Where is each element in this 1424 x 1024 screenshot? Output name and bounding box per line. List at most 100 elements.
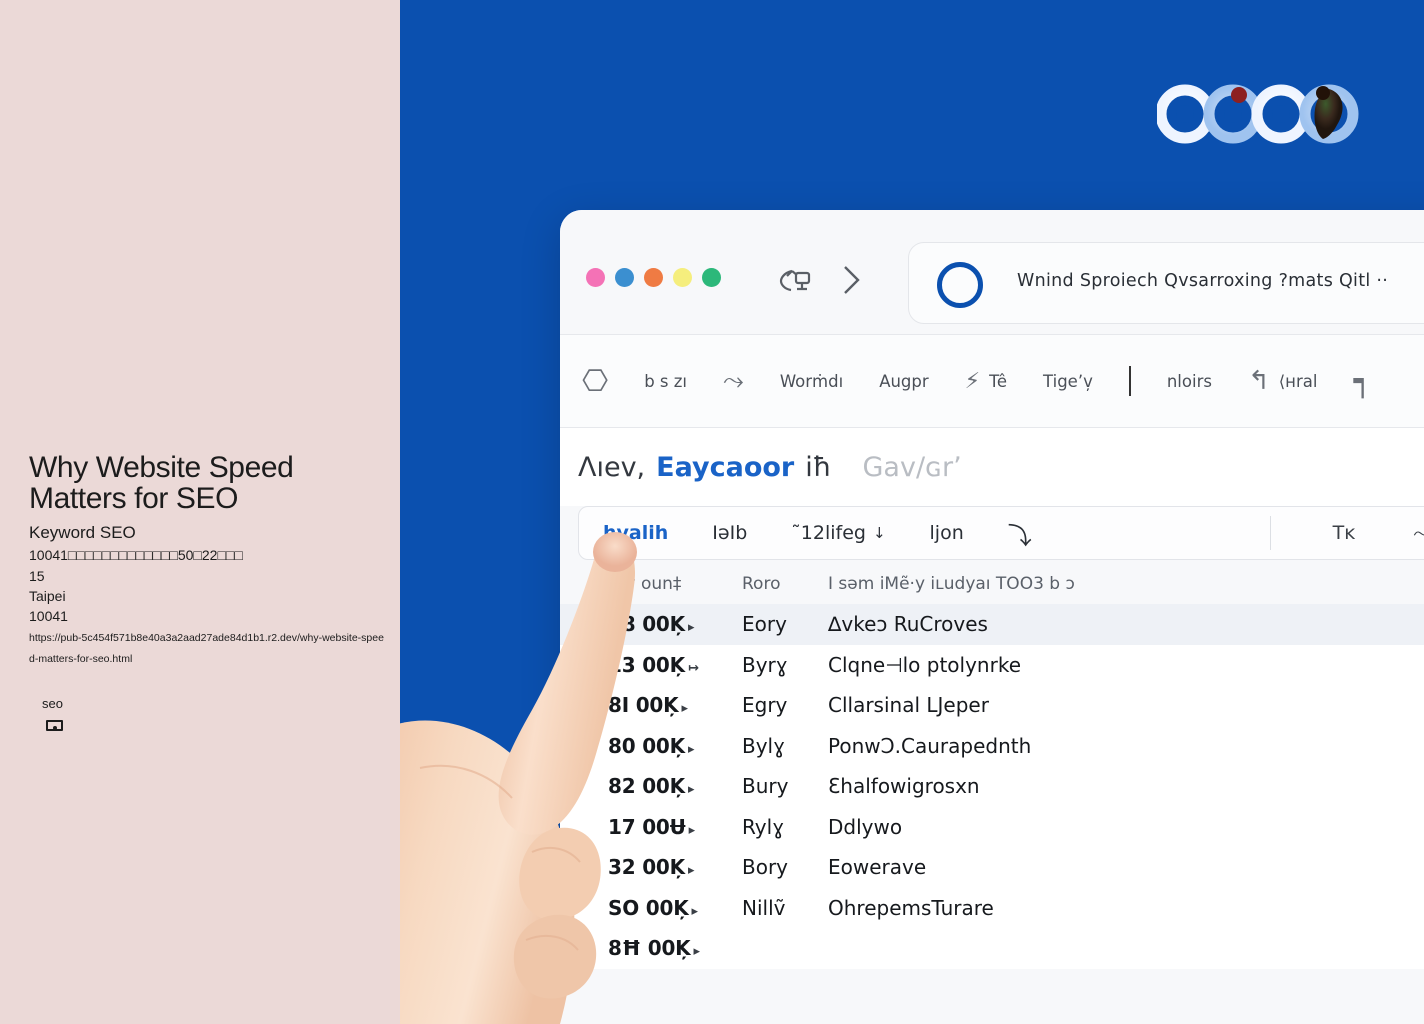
toolbar-item-te[interactable]: ⚡ Tê — [965, 369, 1007, 394]
branch-icon: ⤳ — [723, 365, 744, 396]
row-caret-icon: ▸ — [691, 903, 699, 919]
toolbar-item-home[interactable]: ⎔ — [582, 364, 608, 399]
dot-blue[interactable] — [615, 268, 634, 287]
toolbar-divider — [1128, 366, 1131, 396]
cell-volume: 68 00Ķ ▸ — [608, 612, 695, 637]
toolbar-item-tigev[interactable]: Tigeʼv̦ — [1043, 372, 1093, 391]
filter-divider — [1269, 516, 1271, 550]
keyword-label: Keyword SEO — [29, 523, 136, 542]
address-bar-text[interactable]: Wnind Sproiech Qvsarroxing ?mats Qitl ·· — [1017, 271, 1388, 291]
toolbar-item-label: Augpr — [879, 371, 929, 391]
page-heading: Ʌıev, Eaycaoor iħ Gav/ɢrʼ — [560, 428, 1424, 506]
table-body: 68 00Ķ ▸ Eory ∆vkeɔ RuCroves 13 00Ķ ↦ Byrɣ… — [560, 604, 1424, 969]
cell-kd: Byrɣ — [742, 652, 788, 677]
toolbar-item-nloirs[interactable]: nloirs — [1167, 372, 1212, 391]
column-header-kd[interactable]: Roro — [742, 574, 802, 594]
meta-address: 10041□□□□□□□□□□□□□50□22□□□ — [29, 547, 243, 563]
dot-orange[interactable] — [644, 268, 663, 287]
filter-action-tk[interactable]: Tĸ — [1315, 522, 1356, 544]
toolbar-item-label: Tê — [989, 371, 1008, 391]
row-caret-icon: ▸ — [687, 863, 695, 879]
cell-kd: Rylɣ — [742, 814, 785, 839]
cell-volume: 8Ħ 00Ķ ▸ — [608, 936, 700, 961]
filter-bar: hvalih IǝIb ˜12lifeg ↓ ljon ⤵ Tĸ ⤳ — [578, 506, 1424, 560]
cell-term: Eowerave — [828, 855, 927, 880]
filter-tab-ljon[interactable]: ljon — [930, 522, 964, 544]
cell-term: ∆vkeɔ RuCroves — [828, 612, 988, 637]
dot-green[interactable] — [702, 268, 721, 287]
table-row[interactable]: 82 00Ķ ▸ Bury Ɛhalfowigrosxn — [560, 766, 1424, 807]
window-controls[interactable] — [586, 268, 721, 287]
table-header: Hly oun‡ Roro I sǝm iMẽ·y iʟudyaı TOO3 b… — [560, 560, 1424, 604]
toolbar-item-branch[interactable]: ⤳ — [723, 366, 744, 397]
four-ring-logo — [1157, 84, 1359, 144]
cell-volume: 13 00Ķ ↦ — [608, 652, 699, 677]
cell-volume: 8I 00Ķ ▸ — [608, 693, 688, 718]
filter-action-excieton[interactable]: ⤳ Excietonı — [1399, 521, 1424, 545]
meta-city: Taipei — [29, 588, 66, 604]
dot-yellow[interactable] — [673, 268, 692, 287]
column-header-volume[interactable]: Hly oun‡ — [608, 574, 716, 594]
table-row[interactable]: 80 00Ķ ▸ Bylɣ PonwƆ.Caurapednth — [560, 726, 1424, 767]
row-caret-icon: ↦ — [687, 660, 699, 676]
filter-tab-return[interactable]: ⤵ — [1008, 516, 1032, 551]
filter-tab-hvalih[interactable]: hvalih — [603, 522, 668, 544]
tag-icon — [46, 720, 63, 731]
back-arrow-icon[interactable] — [778, 267, 812, 293]
row-caret-icon: ▸ — [688, 822, 696, 838]
table-row[interactable]: 17 00Ʉ ▸ Rylɣ Ddlywo — [560, 807, 1424, 848]
table-row[interactable]: 8I 00Ķ ▸ Egry Cllarsinal LJeper — [560, 685, 1424, 726]
toolbar-item-augpr[interactable]: Augpr — [879, 372, 928, 391]
circle-indicator-icon — [937, 262, 983, 308]
export-icon: ⤳ — [1413, 521, 1424, 545]
table-row[interactable]: 68 00Ķ ▸ Eory ∆vkeɔ RuCroves — [560, 604, 1424, 645]
forward-chevron-icon[interactable] — [838, 264, 864, 296]
toolbar-item-label: ⟨ʜral — [1278, 371, 1318, 391]
cell-volume: 80 00Ķ ▸ — [608, 733, 695, 758]
cell-kd: Eory — [742, 612, 787, 637]
tag-label-seo: seo — [42, 696, 63, 711]
toolbar-item-bszi[interactable]: b s zı — [644, 372, 687, 391]
toolbar-item-label: Worṁdı — [779, 371, 844, 391]
heading-part-three: iħ — [805, 451, 832, 483]
panel-icon: ┑ — [1353, 363, 1372, 399]
cell-volume: 32 00Ķ ▸ — [608, 855, 695, 880]
table-row[interactable]: SO 00Ķ ▸ Nillṽ OhrepemsTurare — [560, 888, 1424, 929]
chevron-down-icon: ↓ — [872, 524, 886, 542]
row-caret-icon: ▸ — [687, 782, 695, 798]
toolbar-item-panel[interactable]: ┑ — [1353, 364, 1371, 399]
cell-term: Clqne⊣lo ptolynrke — [828, 652, 1022, 677]
table-row[interactable]: 8Ħ 00Ķ ▸ — [560, 928, 1424, 969]
home-shape-icon: ⎔ — [582, 363, 609, 399]
cell-kd: Bylɣ — [742, 733, 786, 758]
filter-tab-ieib[interactable]: IǝIb — [712, 522, 747, 544]
cell-term: PonwƆ.Caurapednth — [828, 733, 1032, 758]
filter-action-label: Tĸ — [1332, 522, 1356, 544]
toolbar-item-wormdi[interactable]: Worṁdı — [780, 372, 843, 391]
toolbar-item-label: nloirs — [1166, 371, 1212, 391]
dot-pink[interactable] — [586, 268, 605, 287]
toolbar-item-klral[interactable]: ↰ ⟨ʜral — [1248, 366, 1318, 396]
cell-volume: 82 00Ķ ▸ — [608, 774, 695, 799]
row-caret-icon: ▸ — [687, 620, 695, 636]
heading-part-muted: Gav/ɢrʼ — [862, 451, 962, 483]
article-url[interactable]: https://pub-5c454f571b8e40a3a2aad27ade84… — [29, 628, 389, 670]
page-title: Why Website Speed Matters for SEO — [29, 451, 294, 515]
browser-window: Wnind Sproiech Qvsarroxing ?mats Qitl ··… — [560, 210, 1424, 1024]
address-bar[interactable]: Wnind Sproiech Qvsarroxing ?mats Qitl ·· — [908, 242, 1424, 324]
cell-term: OhrepemsTurare — [828, 895, 994, 920]
toolbar-item-label: Tigeʼv̦ — [1043, 371, 1093, 391]
table-row[interactable]: 32 00Ķ ▸ Bory Eowerave — [560, 847, 1424, 888]
filter-tab-label: ˜12lifeg — [791, 522, 866, 544]
filter-tab-12lifeg[interactable]: ˜12lifeg ↓ — [791, 522, 885, 544]
meta-zip: 10041 — [29, 608, 68, 624]
filter-tab-label: ljon — [929, 522, 964, 544]
toolbar-item-label: b s zı — [644, 371, 688, 391]
left-info-panel: Why Website Speed Matters for SEO Keywor… — [0, 0, 400, 1024]
row-caret-icon: ▸ — [687, 741, 695, 757]
column-header-term[interactable]: I sǝm iMẽ·y iʟudyaı TOO3 b ɔ — [828, 574, 1075, 594]
table-row[interactable]: 13 00Ķ ↦ Byrɣ Clqne⊣lo ptolynrke — [560, 645, 1424, 686]
cell-kd: Nillṽ — [742, 895, 786, 920]
cell-kd: Bury — [742, 774, 789, 799]
cell-term: Ddlywo — [828, 814, 903, 839]
